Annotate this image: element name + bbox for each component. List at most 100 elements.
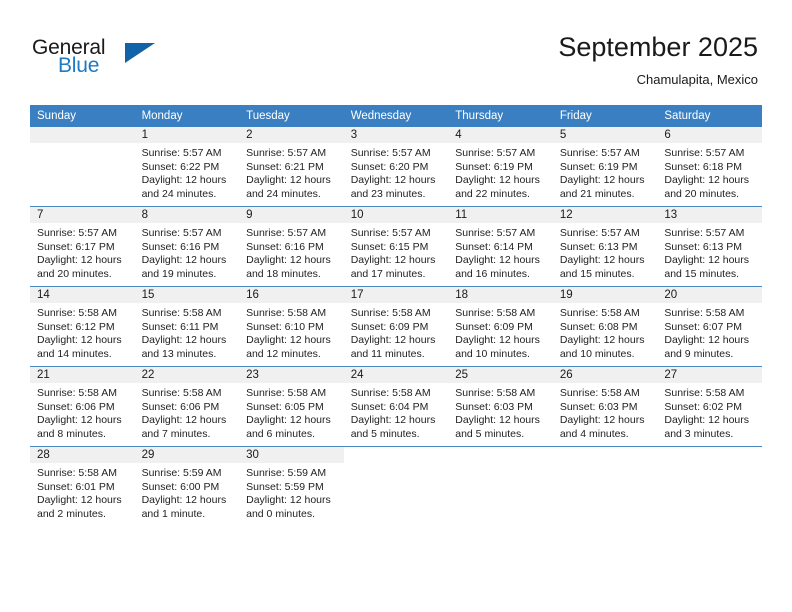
detail-sunrise: Sunrise: 5:58 AM [455,387,536,399]
detail-daylight2: and 0 minutes. [246,507,316,520]
day-number: 20 [657,287,762,303]
calendar-page: General Blue September 2025 Chamulapita,… [0,0,792,612]
location-subtitle: Chamulapita, Mexico [636,72,758,87]
detail-sunrise: Sunrise: 5:58 AM [559,387,640,399]
day-number: 9 [239,207,344,223]
calendar-day-cell[interactable]: 24 Sunrise: 5:58 AM Sunset: 6:04 PM Dayligh… [343,366,449,447]
calendar-day-cell[interactable]: 3 Sunrise: 5:57 AM Sunset: 6:20 PM Daylight… [343,127,449,207]
calendar-day-cell[interactable]: 18 Sunrise: 5:58 AM Sunset: 6:09 PM Dayligh… [448,286,553,367]
day-details: Sunrise: 5:57 AM Sunset: 6:14 PM Daylight:… [448,223,553,281]
day-details: Sunrise: 5:58 AM Sunset: 6:06 PM Daylight:… [135,383,240,441]
day-number [30,127,135,143]
logo-triangle-icon [125,43,155,63]
calendar-day-cell[interactable]: 15 Sunrise: 5:58 AM Sunset: 6:11 PM Dayligh… [134,286,240,367]
detail-daylight2: and 3 minutes. [664,427,734,440]
day-details: Sunrise: 5:57 AM Sunset: 6:20 PM Daylight:… [344,143,449,201]
detail-sunset: Sunset: 6:06 PM [141,400,220,413]
detail-daylight2: and 5 minutes. [455,427,525,440]
weekday-header-thursday: Thursday [448,105,553,127]
detail-sunrise: Sunrise: 5:57 AM [246,227,327,239]
day-number: 24 [343,367,449,383]
day-number: 12 [552,207,658,223]
detail-daylight1: Daylight: 12 hours [141,414,227,427]
calendar-day-cell[interactable]: 25 Sunrise: 5:58 AM Sunset: 6:03 PM Dayligh… [448,366,553,447]
detail-daylight1: Daylight: 12 hours [246,494,331,507]
calendar-day-cell[interactable]: 5 Sunrise: 5:57 AM Sunset: 6:19 PM Daylight… [552,127,658,207]
day-details: Sunrise: 5:57 AM Sunset: 6:13 PM Daylight:… [553,223,658,281]
calendar-day-cell[interactable]: 19 Sunrise: 5:58 AM Sunset: 6:08 PM Dayligh… [552,286,658,367]
calendar-day-cell[interactable]: 2 Sunrise: 5:57 AM Sunset: 6:21 PM Daylight… [239,127,344,207]
detail-daylight2: and 15 minutes. [664,267,740,280]
calendar-day-cell[interactable]: 23 Sunrise: 5:58 AM Sunset: 6:05 PM Dayligh… [239,366,344,447]
day-details: Sunrise: 5:58 AM Sunset: 6:06 PM Daylight:… [30,383,135,441]
day-number: 4 [448,127,553,143]
detail-sunrise: Sunrise: 5:58 AM [37,307,117,319]
detail-sunset: Sunset: 6:22 PM [141,160,220,173]
detail-sunset: Sunset: 6:18 PM [664,160,743,173]
calendar-day-cell[interactable]: 7 Sunrise: 5:57 AM Sunset: 6:17 PM Daylight… [30,206,135,287]
calendar-day-cell[interactable]: 8 Sunrise: 5:57 AM Sunset: 6:16 PM Daylight… [134,206,240,287]
calendar-week-row: 7 Sunrise: 5:57 AM Sunset: 6:17 PM Daylight… [30,206,762,287]
calendar-day-cell[interactable]: 9 Sunrise: 5:57 AM Sunset: 6:16 PM Daylight… [239,206,344,287]
calendar-day-cell[interactable]: 26 Sunrise: 5:58 AM Sunset: 6:03 PM Dayligh… [552,366,658,447]
calendar-day-cell[interactable]: 22 Sunrise: 5:58 AM Sunset: 6:06 PM Dayligh… [134,366,240,447]
calendar-day-cell[interactable]: 16 Sunrise: 5:58 AM Sunset: 6:10 PM Dayligh… [239,286,344,367]
general-blue-logo[interactable]: General Blue [32,36,182,84]
detail-sunset: Sunset: 6:09 PM [455,320,533,333]
day-details: Sunrise: 5:58 AM Sunset: 6:01 PM Daylight:… [30,463,135,521]
calendar-day-cell[interactable]: 4 Sunrise: 5:57 AM Sunset: 6:19 PM Daylight… [448,127,553,207]
day-number: 30 [239,447,344,463]
day-number: 26 [552,367,658,383]
day-number: 14 [30,287,135,303]
day-number [448,447,553,463]
calendar-day-cell[interactable]: 20 Sunrise: 5:58 AM Sunset: 6:07 PM Dayligh… [657,286,762,367]
calendar-body: 1 Sunrise: 5:57 AM Sunset: 6:22 PM Daylight… [30,127,762,526]
detail-sunset: Sunset: 6:16 PM [141,240,220,253]
detail-daylight2: and 21 minutes. [559,187,635,200]
calendar-day-cell[interactable]: 11 Sunrise: 5:57 AM Sunset: 6:14 PM Dayligh… [448,206,553,287]
day-details: Sunrise: 5:58 AM Sunset: 6:03 PM Daylight:… [553,383,658,441]
detail-sunset: Sunset: 6:14 PM [455,240,533,253]
detail-sunrise: Sunrise: 5:58 AM [37,387,117,399]
detail-sunrise: Sunrise: 5:57 AM [350,147,431,159]
calendar-day-cell[interactable]: 14 Sunrise: 5:58 AM Sunset: 6:12 PM Dayligh… [30,286,135,367]
calendar-day-cell[interactable]: 17 Sunrise: 5:58 AM Sunset: 6:09 PM Dayligh… [343,286,449,367]
detail-sunset: Sunset: 6:13 PM [559,240,638,253]
detail-daylight2: and 4 minutes. [559,427,629,440]
detail-sunset: Sunset: 6:17 PM [37,240,115,253]
detail-sunrise: Sunrise: 5:58 AM [455,307,536,319]
detail-sunrise: Sunrise: 5:58 AM [664,387,745,399]
calendar-day-cell[interactable]: 21 Sunrise: 5:58 AM Sunset: 6:06 PM Dayligh… [30,366,135,447]
detail-sunset: Sunset: 6:01 PM [37,480,115,493]
calendar-day-cell[interactable]: 1 Sunrise: 5:57 AM Sunset: 6:22 PM Daylight… [134,127,240,207]
day-number: 27 [657,367,762,383]
day-number: 19 [552,287,658,303]
detail-sunset: Sunset: 6:12 PM [37,320,115,333]
calendar-day-cell[interactable]: 27 Sunrise: 5:58 AM Sunset: 6:02 PM Dayligh… [657,366,762,447]
calendar-cell-empty [657,446,762,526]
calendar-day-cell[interactable]: 10 Sunrise: 5:57 AM Sunset: 6:15 PM Dayligh… [343,206,449,287]
detail-sunset: Sunset: 6:02 PM [664,400,743,413]
weekday-header-wednesday: Wednesday [343,105,449,127]
detail-sunset: Sunset: 6:11 PM [141,320,219,333]
calendar-day-cell[interactable]: 13 Sunrise: 5:57 AM Sunset: 6:13 PM Dayligh… [657,206,762,287]
calendar-day-cell[interactable]: 6 Sunrise: 5:57 AM Sunset: 6:18 PM Daylight… [657,127,762,207]
calendar-day-cell[interactable]: 30 Sunrise: 5:59 AM Sunset: 5:59 PM Dayligh… [239,446,344,526]
calendar-cell-empty [30,127,135,207]
detail-daylight1: Daylight: 12 hours [246,334,331,347]
detail-sunrise: Sunrise: 5:59 AM [246,467,327,479]
calendar-day-cell[interactable]: 12 Sunrise: 5:57 AM Sunset: 6:13 PM Dayligh… [552,206,658,287]
detail-sunrise: Sunrise: 5:58 AM [246,387,327,399]
day-details [553,463,658,467]
detail-daylight2: and 17 minutes. [350,267,426,280]
day-details: Sunrise: 5:58 AM Sunset: 6:03 PM Daylight:… [448,383,553,441]
day-details: Sunrise: 5:58 AM Sunset: 6:05 PM Daylight:… [239,383,344,441]
day-details: Sunrise: 5:57 AM Sunset: 6:19 PM Daylight:… [553,143,658,201]
calendar-day-cell[interactable]: 29 Sunrise: 5:59 AM Sunset: 6:00 PM Dayligh… [134,446,240,526]
detail-sunrise: Sunrise: 5:57 AM [559,227,640,239]
detail-sunrise: Sunrise: 5:58 AM [246,307,327,319]
day-details: Sunrise: 5:57 AM Sunset: 6:18 PM Daylight:… [657,143,762,201]
detail-daylight1: Daylight: 12 hours [455,254,540,267]
calendar-cell-empty [343,446,449,526]
calendar-day-cell[interactable]: 28 Sunrise: 5:58 AM Sunset: 6:01 PM Dayligh… [30,446,135,526]
